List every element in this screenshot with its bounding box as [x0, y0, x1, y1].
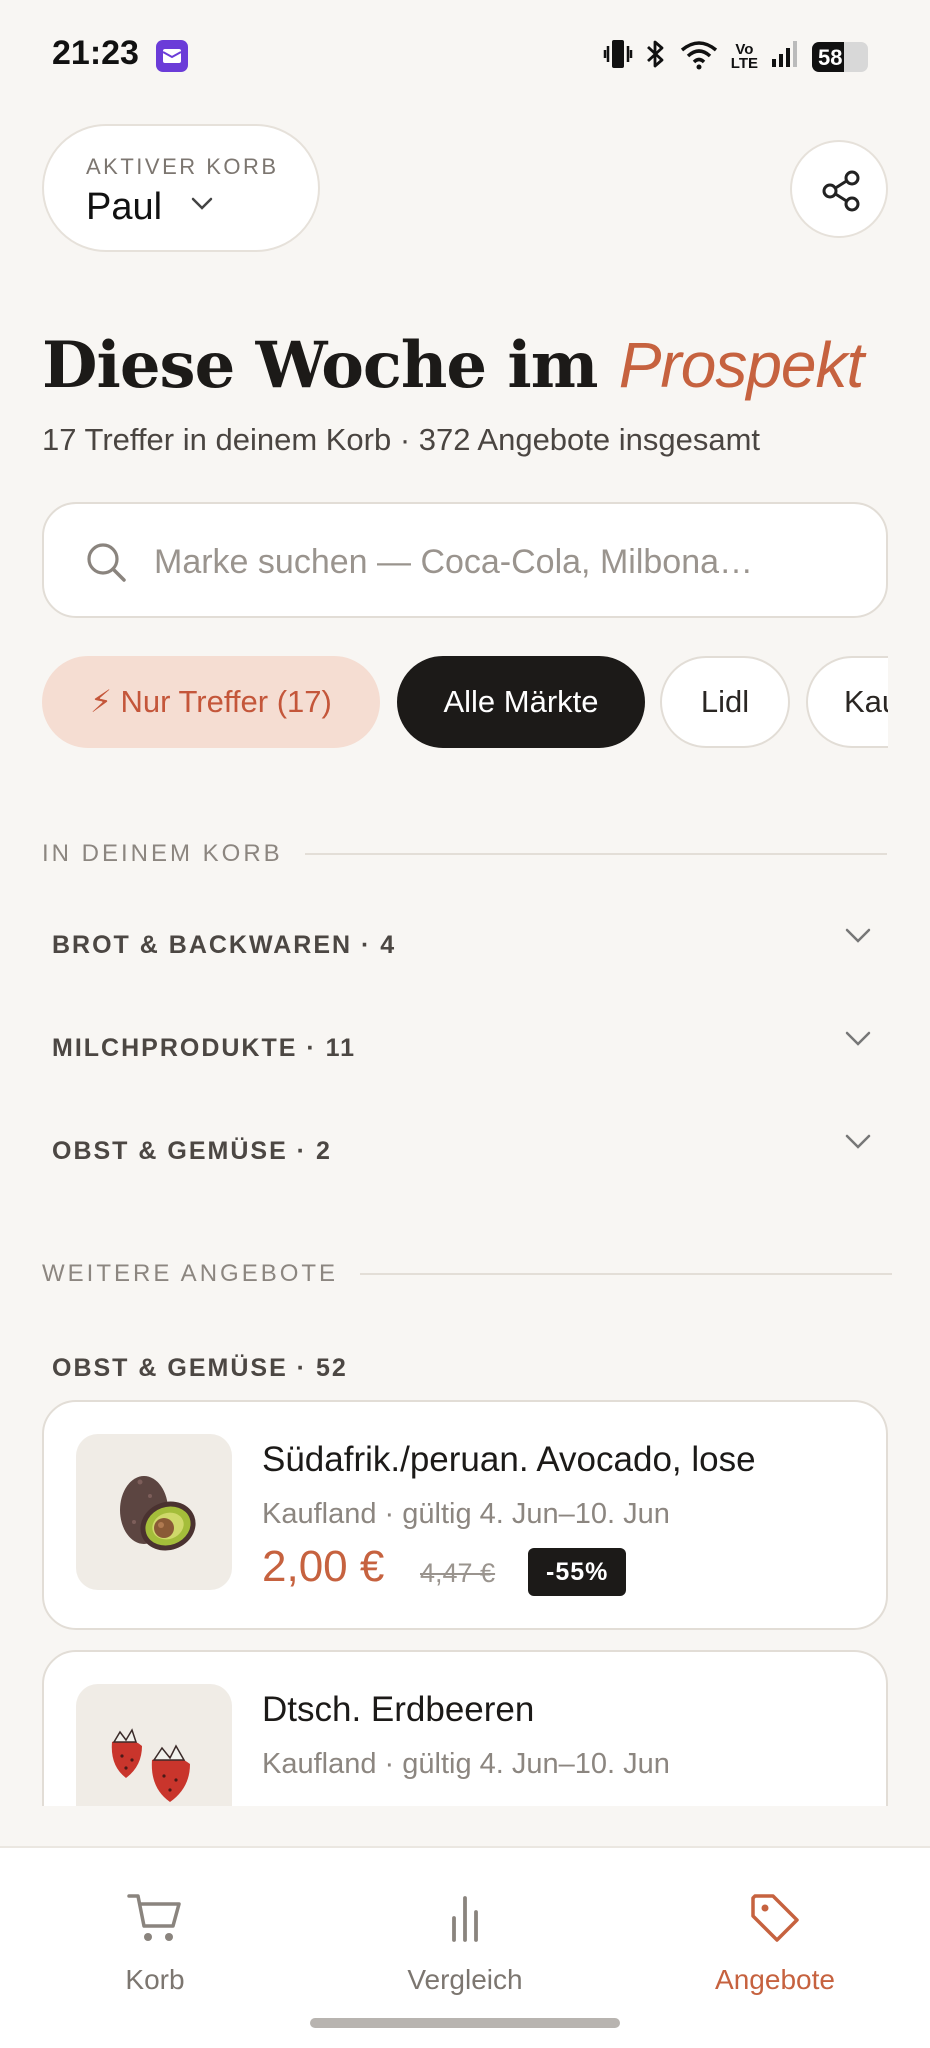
nav-label: Korb [125, 1964, 185, 1995]
nav-tab-vergleich[interactable]: Vergleich [340, 1890, 590, 1996]
offer-name: Dtsch. Erdbeeren [262, 1690, 535, 1729]
category-label: BROT & BACKWAREN · 4 [52, 931, 397, 959]
section-heading-in-basket: IN DEINEM KORB [42, 840, 887, 868]
status-icons: Vo LTE 58 [603, 38, 868, 75]
page-title-accent: Prospekt [618, 329, 865, 401]
category-row-bread[interactable]: BROT & BACKWAREN · 4 [52, 917, 888, 977]
bluetooth-icon [645, 38, 667, 75]
filter-chip-kaufland[interactable]: Kau [806, 656, 888, 748]
basket-name: Paul [86, 186, 163, 228]
chevron-down-icon [844, 1030, 872, 1053]
battery-percent: 58 [818, 44, 843, 70]
category-label: MILCHPRODUKTE · 11 [52, 1034, 357, 1062]
category-row-dairy[interactable]: MILCHPRODUKTE · 11 [52, 1020, 888, 1080]
volte-indicator: Vo LTE [730, 42, 758, 72]
filter-chip-all-markets[interactable]: Alle Märkte [397, 656, 645, 748]
tag-icon [751, 1894, 799, 1942]
nav-label: Angebote [715, 1964, 835, 1995]
filter-chip-treffer[interactable]: ⚡ Nur Treffer (17) [42, 656, 380, 748]
offer-meta: Kaufland · gültig 4. Jun–10. Jun [262, 1498, 670, 1530]
nav-tab-angebote[interactable]: Angebote [650, 1890, 900, 1996]
mail-notification-icon [156, 40, 188, 72]
status-time: 21:23 [52, 34, 139, 72]
discount-badge: -55% [528, 1548, 627, 1596]
cart-icon [127, 1894, 181, 1941]
section-heading-label: IN DEINEM KORB [42, 840, 283, 867]
filter-chips: ⚡ Nur Treffer (17) Alle Märkte Lidl Kau [42, 656, 888, 748]
section-heading-more-offers: WEITERE ANGEBOTE [42, 1260, 893, 1288]
search-input[interactable] [154, 534, 854, 590]
offer-meta: Kaufland · gültig 4. Jun–10. Jun [262, 1748, 670, 1780]
divider [304, 853, 887, 855]
search-icon [87, 543, 126, 582]
category-label: OBST & GEMÜSE · 2 [52, 1137, 332, 1165]
offer-price: 2,00 € [262, 1542, 385, 1591]
offer-card[interactable]: Südafrik./peruan. Avocado, lose Kaufland… [42, 1400, 888, 1630]
search-box [42, 502, 888, 618]
filter-chip-lidl[interactable]: Lidl [660, 656, 790, 748]
signal-icon [770, 39, 800, 74]
divider [360, 1273, 893, 1275]
wifi-icon [679, 38, 719, 75]
share-button[interactable] [790, 140, 888, 238]
page-subtitle: 17 Treffer in deinem Korb · 372 Angebote… [42, 422, 761, 457]
avocado-icon [76, 1434, 232, 1590]
offer-category-heading: OBST & GEMÜSE · 52 [52, 1354, 348, 1382]
page-title-main: Diese Woche im [42, 328, 598, 403]
basket-caption: AKTIVER KORB [86, 154, 279, 179]
nav-tab-korb[interactable]: Korb [30, 1890, 280, 1996]
bar-chart-icon [452, 1896, 478, 1942]
offer-old-price: 4,47 € [420, 1558, 496, 1588]
vibrate-icon [603, 38, 633, 75]
chevron-down-icon [844, 1133, 872, 1156]
volte-bottom: LTE [730, 54, 758, 72]
battery-icon: 58 [812, 41, 868, 72]
section-heading-label: WEITERE ANGEBOTE [42, 1260, 339, 1287]
chevron-down-icon [190, 196, 214, 217]
scroll-fade [0, 1806, 930, 1846]
status-bar: 21:23 Vo LTE 58 [0, 0, 930, 110]
active-basket-selector[interactable]: AKTIVER KORB Paul [42, 124, 320, 252]
offer-name: Südafrik./peruan. Avocado, lose [262, 1440, 756, 1479]
share-icon [822, 170, 860, 212]
chevron-down-icon [844, 927, 872, 950]
nav-label: Vergleich [407, 1964, 523, 1995]
category-row-produce[interactable]: OBST & GEMÜSE · 2 [52, 1123, 888, 1183]
page-title: Diese Woche im Prospekt [42, 328, 865, 403]
home-indicator[interactable] [310, 2018, 620, 2028]
